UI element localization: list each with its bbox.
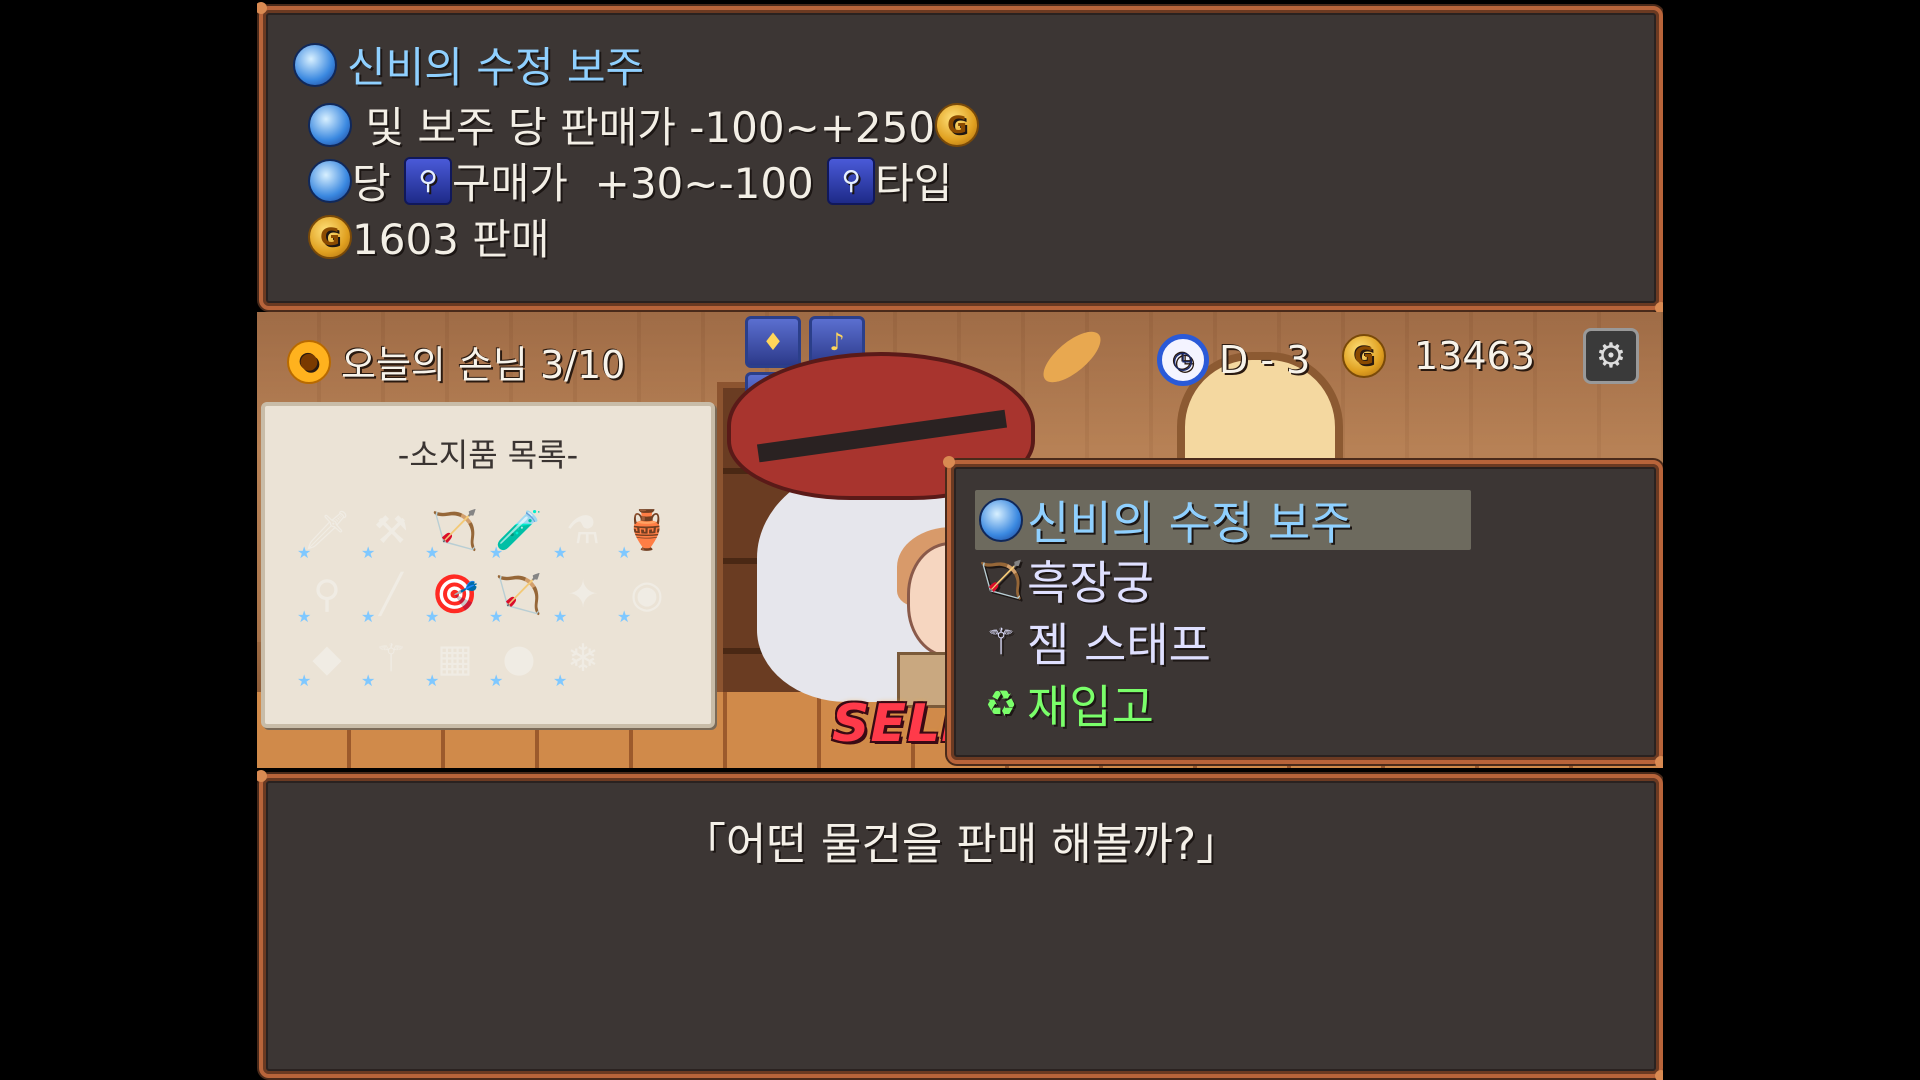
menu-item-gem-staff[interactable]: ⚚ 젬 스태프 [975, 612, 1471, 672]
day-counter: ◷ D - 3 [1157, 334, 1310, 386]
star-icon: ★ [361, 543, 376, 562]
star-icon: ★ [553, 543, 568, 562]
chick-icon: ● [287, 339, 331, 384]
dialog-panel[interactable]: 「어떤 물건을 판매 해볼까?」 [257, 770, 1663, 1080]
menu-item-label: 젬 스태프 [1027, 618, 1211, 672]
black-bow-icon[interactable]: 🏹 ★ [487, 562, 551, 627]
quiver-icon[interactable]: 🎯 ★ [423, 562, 487, 627]
dialog-text: 「어떤 물건을 판매 해볼까?」 [681, 819, 1241, 870]
green-jar-icon[interactable]: 🏺 ★ [615, 498, 679, 563]
game-screen: 신비의 수정 보주 및 보주 당 판매가 -100~+250 G 당 ⚲ 구매가… [257, 0, 1663, 1080]
item-info-title-row: 신비의 수정 보주 [293, 34, 644, 95]
emerald-icon[interactable]: ◆ ★ [295, 626, 359, 690]
wand-icon[interactable]: ⚲ ★ [295, 562, 359, 626]
sale-count-row: G 1603 판매 [308, 206, 550, 267]
black-bow-icon: 🏹 [978, 560, 1024, 601]
gold-amount: 13463 [1414, 334, 1535, 378]
sell-menu-panel: 신비의 수정 보주 🏹 흑장궁 ⚚ 젬 스태프 ♻ 재입고 [943, 456, 1663, 768]
crystal-orb-icon [293, 42, 337, 87]
star-icon: ★ [553, 671, 568, 690]
menu-item-restock[interactable]: ♻ 재입고 [975, 674, 1471, 734]
item-info-title: 신비의 수정 보주 [347, 43, 645, 92]
sword-icon[interactable]: 🗡 ★ [295, 498, 359, 563]
inventory-item-glyph: ⚚ [373, 636, 409, 680]
gem-staff-icon[interactable]: ⚚ ★ [359, 626, 423, 690]
inventory-item-glyph: ⚗ [565, 508, 601, 552]
menu-item-label: 신비의 수정 보주 [1027, 496, 1353, 550]
inventory-item-glyph: ╱ [379, 572, 403, 616]
star-icon: ★ [425, 543, 440, 562]
magnifier-icon: ⚲ [404, 156, 452, 205]
crystal-orb-icon [308, 158, 352, 203]
gold-coin-icon: G [935, 102, 980, 147]
star-icon: ★ [425, 671, 440, 690]
clock-icon: ◷ [1157, 334, 1209, 386]
menu-item-label: 재입고 [1027, 680, 1154, 734]
ice-crystal-icon[interactable]: ❄ ★ [551, 626, 615, 690]
settings-gear-icon[interactable]: ⚙ [1583, 328, 1639, 384]
day-counter-text: D - 3 [1219, 338, 1311, 382]
red-potion-icon[interactable]: ⚗ ★ [551, 498, 615, 562]
star-icon: ★ [553, 607, 568, 626]
menu-item-label: 흑장궁 [1027, 556, 1154, 610]
star-icon: ★ [489, 607, 504, 626]
star-icon: ★ [489, 543, 504, 562]
magnifier-icon: ⚲ [827, 156, 876, 205]
star-icon: ★ [297, 671, 312, 690]
inventory-item-glyph: ⚲ [313, 572, 341, 616]
inventory-item-glyph: ✦ [567, 572, 599, 616]
guest-counter-text: 오늘의 손님 3/10 [341, 343, 626, 387]
gold-counter: G 13463 [1342, 334, 1535, 378]
crossbow-icon[interactable]: 🏹 ★ [423, 498, 487, 563]
star-icon: ★ [297, 607, 312, 626]
inventory-panel: -소지품 목록- 🗡 ★ ⚒ ★ 🏹 ★ 🧪 ★ ⚗ ★ 🏺 ★ ⚲ ★ ╱ ★ 🎯 ★ 🏹 ★ ✦ ★ ◉ ★ ◆ ★ ⚚ ★ ▦ ★ ●… [261, 402, 715, 728]
star-icon: ★ [617, 607, 632, 626]
item-info-panel: 신비의 수정 보주 및 보주 당 판매가 -100~+250 G 당 ⚲ 구매가… [257, 2, 1663, 314]
blue-vial-icon[interactable]: 🧪 ★ [487, 498, 551, 563]
inventory-item-glyph: ⚒ [373, 508, 409, 552]
gold-coin-icon: G [1342, 334, 1386, 378]
crystal-orb-icon[interactable]: ● ★ [487, 626, 551, 690]
star-icon: ★ [297, 543, 312, 562]
buy-price-range-row: 당 ⚲ 구매가 +30~-100 ⚲ 타입 [308, 150, 952, 211]
staff-icon[interactable]: ╱ ★ [359, 562, 423, 626]
guest-counter: ● 오늘의 손님 3/10 [287, 334, 625, 389]
star-icon: ★ [617, 543, 632, 562]
inventory-grid: 🗡 ★ ⚒ ★ 🏹 ★ 🧪 ★ ⚗ ★ 🏺 ★ ⚲ ★ ╱ ★ 🎯 ★ 🏹 ★ ✦ ★ ◉ ★ ◆ ★ ⚚ ★ ▦ ★ ● ★ ❄ ★ [295, 498, 695, 691]
star-icon: ★ [425, 607, 440, 626]
crystal-orb-icon [308, 102, 352, 147]
sell-price-range-row: 및 보주 당 판매가 -100~+250 G [308, 94, 980, 155]
gold-orb-icon[interactable]: ◉ ★ [615, 562, 679, 626]
buy-price-range-text: 구매가 +30~-100 [452, 159, 828, 208]
crystal-orb-icon [975, 498, 1027, 542]
inventory-item-glyph: ● [502, 636, 536, 680]
inventory-item-glyph: ▦ [437, 636, 473, 680]
buy-price-prefix: 당 [352, 159, 404, 208]
mace-icon[interactable]: ⚒ ★ [359, 498, 423, 562]
inventory-item-glyph: ◆ [312, 636, 342, 680]
sale-count-text: 1603 판매 [352, 215, 550, 264]
sell-price-range-text: 및 보주 당 판매가 -100~+250 [352, 103, 936, 152]
menu-item-black-bow[interactable]: 🏹 흑장궁 [975, 550, 1471, 610]
iron-plate-icon[interactable]: ▦ ★ [423, 626, 487, 690]
scepter-icon[interactable]: ✦ ★ [551, 562, 615, 626]
star-icon: ★ [361, 607, 376, 626]
type-label: 타입 [875, 159, 953, 208]
gem-staff-icon: ⚚ [984, 621, 1018, 663]
star-icon: ★ [361, 671, 376, 690]
buff-bag-icon[interactable]: ♦ [745, 316, 801, 368]
inventory-item-glyph: ❄ [567, 636, 599, 680]
restock-icon: ♻ [984, 683, 1018, 725]
inventory-title: -소지품 목록- [397, 436, 579, 474]
menu-item-crystal-orb[interactable]: 신비의 수정 보주 [975, 490, 1471, 550]
gold-coin-icon: G [308, 214, 352, 259]
inventory-item-glyph: ◉ [630, 572, 664, 616]
star-icon: ★ [489, 671, 504, 690]
